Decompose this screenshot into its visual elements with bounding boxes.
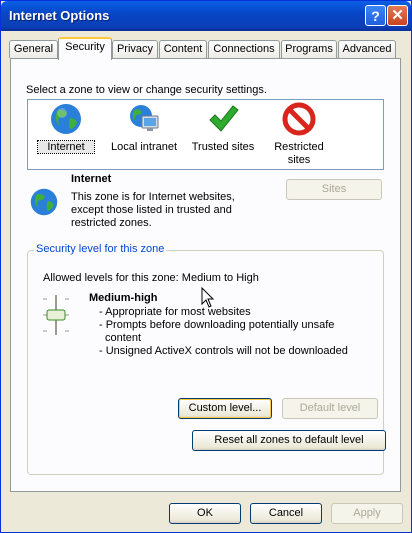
- reset-all-zones-button[interactable]: Reset all zones to default level: [192, 430, 386, 451]
- description-item: - Unsigned ActiveX controls will not be …: [99, 345, 348, 357]
- zone-info-description: This zone is for Internet websites, exce…: [71, 191, 235, 230]
- security-level-description: - Appropriate for most websites - Prompt…: [99, 306, 348, 358]
- tab-general[interactable]: General: [9, 40, 58, 58]
- custom-level-button[interactable]: Custom level...: [178, 398, 272, 419]
- tab-programs[interactable]: Programs: [281, 40, 337, 58]
- apply-button[interactable]: Apply: [331, 503, 403, 524]
- zone-label: Internet: [37, 140, 95, 154]
- security-tab-panel: Select a zone to view or change security…: [10, 58, 401, 492]
- globe-icon: [30, 188, 58, 216]
- zone-desc-line: This zone is for Internet websites,: [71, 191, 235, 203]
- sites-button[interactable]: Sites: [286, 179, 382, 200]
- zone-list: Internet Local intranet Trusted sites Re…: [27, 99, 384, 170]
- tab-security[interactable]: Security: [58, 37, 112, 60]
- allowed-levels-text: Allowed levels for this zone: Medium to …: [43, 272, 259, 284]
- security-level-group-label: Security level for this zone: [34, 243, 167, 255]
- tab-content[interactable]: Content: [159, 40, 207, 58]
- close-button[interactable]: ✕: [387, 5, 408, 26]
- cancel-button[interactable]: Cancel: [250, 503, 322, 524]
- zone-local-intranet[interactable]: Local intranet: [104, 102, 184, 153]
- zone-desc-line: restricted zones.: [71, 217, 152, 229]
- default-level-button[interactable]: Default level: [282, 398, 378, 419]
- zone-trusted-sites[interactable]: Trusted sites: [188, 102, 258, 153]
- zone-label: Local intranet: [110, 141, 178, 153]
- help-button[interactable]: ?: [365, 5, 386, 26]
- no-entry-icon: [282, 102, 316, 136]
- zone-info-title: Internet: [71, 173, 112, 185]
- zone-internet[interactable]: Internet: [37, 102, 95, 154]
- tab-privacy[interactable]: Privacy: [112, 40, 158, 58]
- description-item: content: [105, 332, 142, 344]
- zone-restricted-sites[interactable]: Restricted sites: [264, 102, 334, 167]
- tab-advanced[interactable]: Advanced: [338, 40, 396, 58]
- title-bar[interactable]: Internet Options ? ✕: [1, 1, 411, 31]
- description-item: - Appropriate for most websites: [99, 306, 251, 318]
- description-item: - Prompts before downloading potentially…: [99, 319, 335, 331]
- security-level-name: Medium-high: [89, 292, 158, 304]
- zone-label: Trusted sites: [191, 141, 255, 153]
- window-title: Internet Options: [9, 8, 110, 23]
- mouse-pointer-icon: [201, 287, 215, 308]
- intranet-globe-monitor-icon: [130, 105, 159, 131]
- select-zone-instruction: Select a zone to view or change security…: [26, 84, 267, 96]
- checkmark-icon: [209, 105, 239, 132]
- ok-button[interactable]: OK: [169, 503, 241, 524]
- tab-connections[interactable]: Connections: [208, 40, 280, 58]
- zone-desc-line: except those listed in trusted and: [71, 204, 232, 216]
- security-level-slider[interactable]: [41, 293, 71, 337]
- globe-icon: [51, 104, 81, 134]
- internet-options-dialog: Internet Options ? ✕ General Security Pr…: [0, 0, 412, 533]
- zone-label: Restricted sites: [274, 141, 324, 166]
